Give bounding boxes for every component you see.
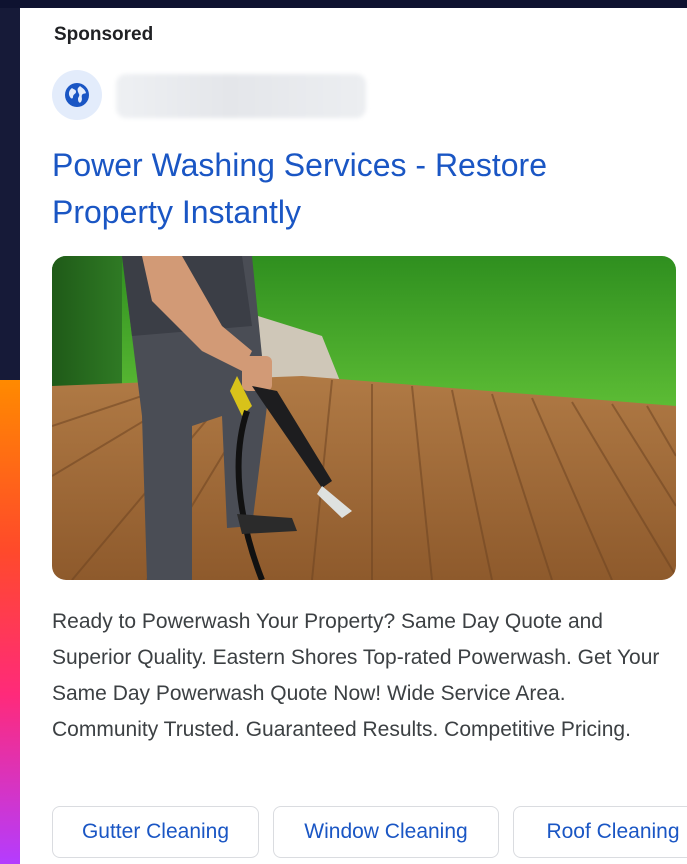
- left-edge-gradient: [0, 380, 20, 864]
- ad-headline-line-1: Power Washing Services - Restore: [52, 147, 547, 183]
- ad-image-power-washing-deck[interactable]: [52, 256, 676, 580]
- ad-headline-link[interactable]: Power Washing Services - Restore Propert…: [52, 142, 652, 236]
- sitelink-window-cleaning[interactable]: Window Cleaning: [273, 806, 499, 858]
- sponsored-label: Sponsored: [54, 24, 154, 45]
- advertiser-favicon[interactable]: [52, 70, 102, 120]
- ad-headline-line-2: Property Instantly: [52, 194, 301, 230]
- sitelink-gutter-cleaning[interactable]: Gutter Cleaning: [52, 806, 259, 858]
- sponsored-ad-card: Sponsored Power Washing Services - Resto…: [20, 8, 687, 864]
- advertiser-name-blurred: [116, 74, 366, 118]
- top-band: [0, 0, 687, 8]
- ad-description: Ready to Powerwash Your Property? Same D…: [52, 610, 660, 741]
- globe-icon: [65, 83, 89, 107]
- sitelink-roof-cleaning[interactable]: Roof Cleaning: [513, 806, 687, 858]
